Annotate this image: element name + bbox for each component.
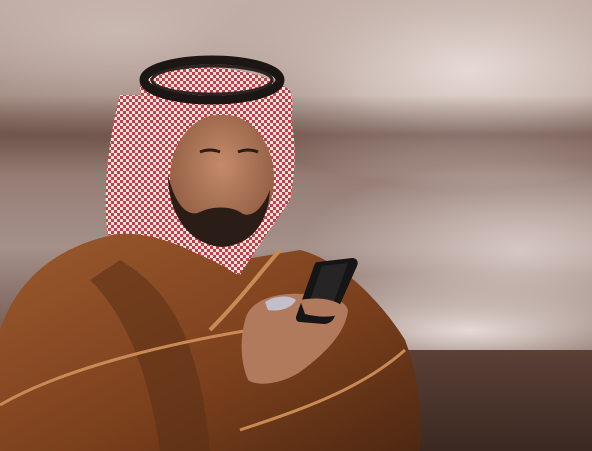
photo-frame [0, 0, 592, 451]
person-figure [0, 55, 421, 451]
